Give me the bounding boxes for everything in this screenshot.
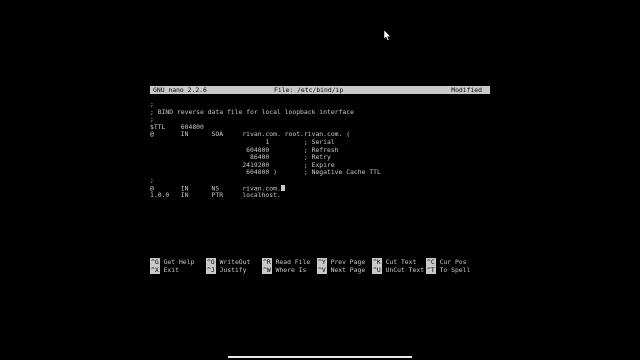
mouse-pointer-icon: [384, 30, 391, 41]
shortcut-label: Get Help: [163, 258, 195, 266]
editor-buffer[interactable]: ; ; BIND reverse data file for local loo…: [150, 100, 490, 200]
shortcut-row-2: ^X Exit ^J Justify ^W Where Is ^V Next P…: [150, 265, 490, 275]
shortcut-key: ^U: [372, 265, 382, 274]
shortcut-key: ^G: [150, 258, 160, 266]
nano-title-bar: GNU nano 2.2.6 File: /etc/bind/ip Modifi…: [150, 86, 490, 94]
shortcut-key: ^V: [317, 265, 327, 274]
shortcut-key: ^T: [426, 265, 436, 274]
buffer-line[interactable]: 604800 ) ; Negative Cache TTL: [150, 169, 490, 177]
shortcut-key: ^X: [150, 265, 160, 274]
shortcut-uncut-text[interactable]: ^U UnCut Text: [372, 265, 425, 275]
shortcut-exit[interactable]: ^X Exit: [150, 265, 179, 275]
app-version: GNU nano 2.2.6: [153, 86, 207, 94]
shortcut-label: To Spell: [439, 265, 471, 274]
modified-status: Modified: [451, 86, 482, 94]
shortcut-key: ^R: [262, 258, 272, 266]
shortcut-next-page[interactable]: ^V Next Page: [317, 265, 366, 275]
shortcut-label: Exit: [163, 265, 179, 274]
shortcut-key: ^W: [262, 265, 272, 274]
shortcut-label: Next Page: [330, 265, 366, 274]
shortcut-bar: ^G Get Help ^O WriteOut ^R Read File ^Y …: [150, 258, 490, 275]
buffer-line[interactable]: 1.0.0 IN PTR localhost.: [150, 192, 490, 200]
shortcut-justify[interactable]: ^J Justify: [206, 265, 247, 275]
shortcut-key: ^C: [426, 258, 436, 266]
shortcut-label: Prev Page: [330, 258, 366, 266]
shortcut-label: Cut Text: [385, 258, 417, 266]
shortcut-key: ^J: [206, 265, 216, 274]
shortcut-label: Justify: [219, 265, 247, 274]
shortcut-label: Where Is: [275, 265, 307, 274]
shortcut-key: ^O: [206, 258, 216, 266]
file-path: File: /etc/bind/ip: [274, 86, 344, 94]
shortcut-to-spell[interactable]: ^T To Spell: [426, 265, 471, 275]
shortcut-label: Read File: [275, 258, 311, 266]
shortcut-where-is[interactable]: ^W Where Is: [262, 265, 307, 275]
text-cursor: [280, 184, 285, 192]
buffer-line[interactable]: ; BIND reverse data file for local loopb…: [150, 108, 490, 117]
shortcut-label: UnCut Text: [385, 265, 425, 274]
shortcut-key: ^Y: [317, 258, 327, 266]
shortcut-label: WriteOut: [219, 258, 251, 266]
screen-bottom-bar: [228, 356, 412, 358]
shortcut-label: Cur Pos: [439, 258, 467, 266]
shortcut-key: ^K: [372, 258, 382, 266]
